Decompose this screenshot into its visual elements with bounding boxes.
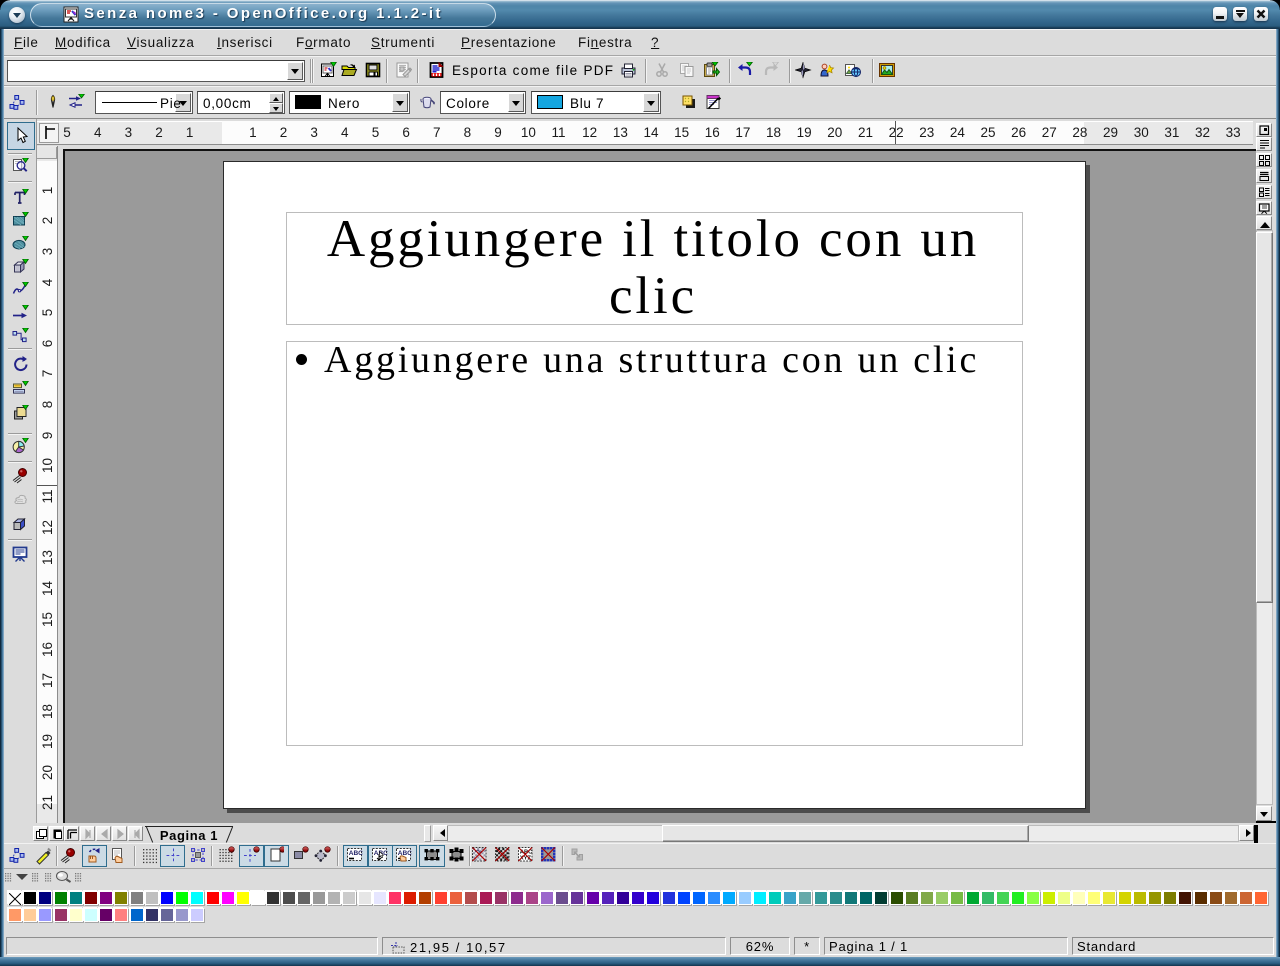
svg-text:ABC: ABC — [349, 850, 363, 857]
svg-text:ABC: ABC — [398, 850, 412, 857]
